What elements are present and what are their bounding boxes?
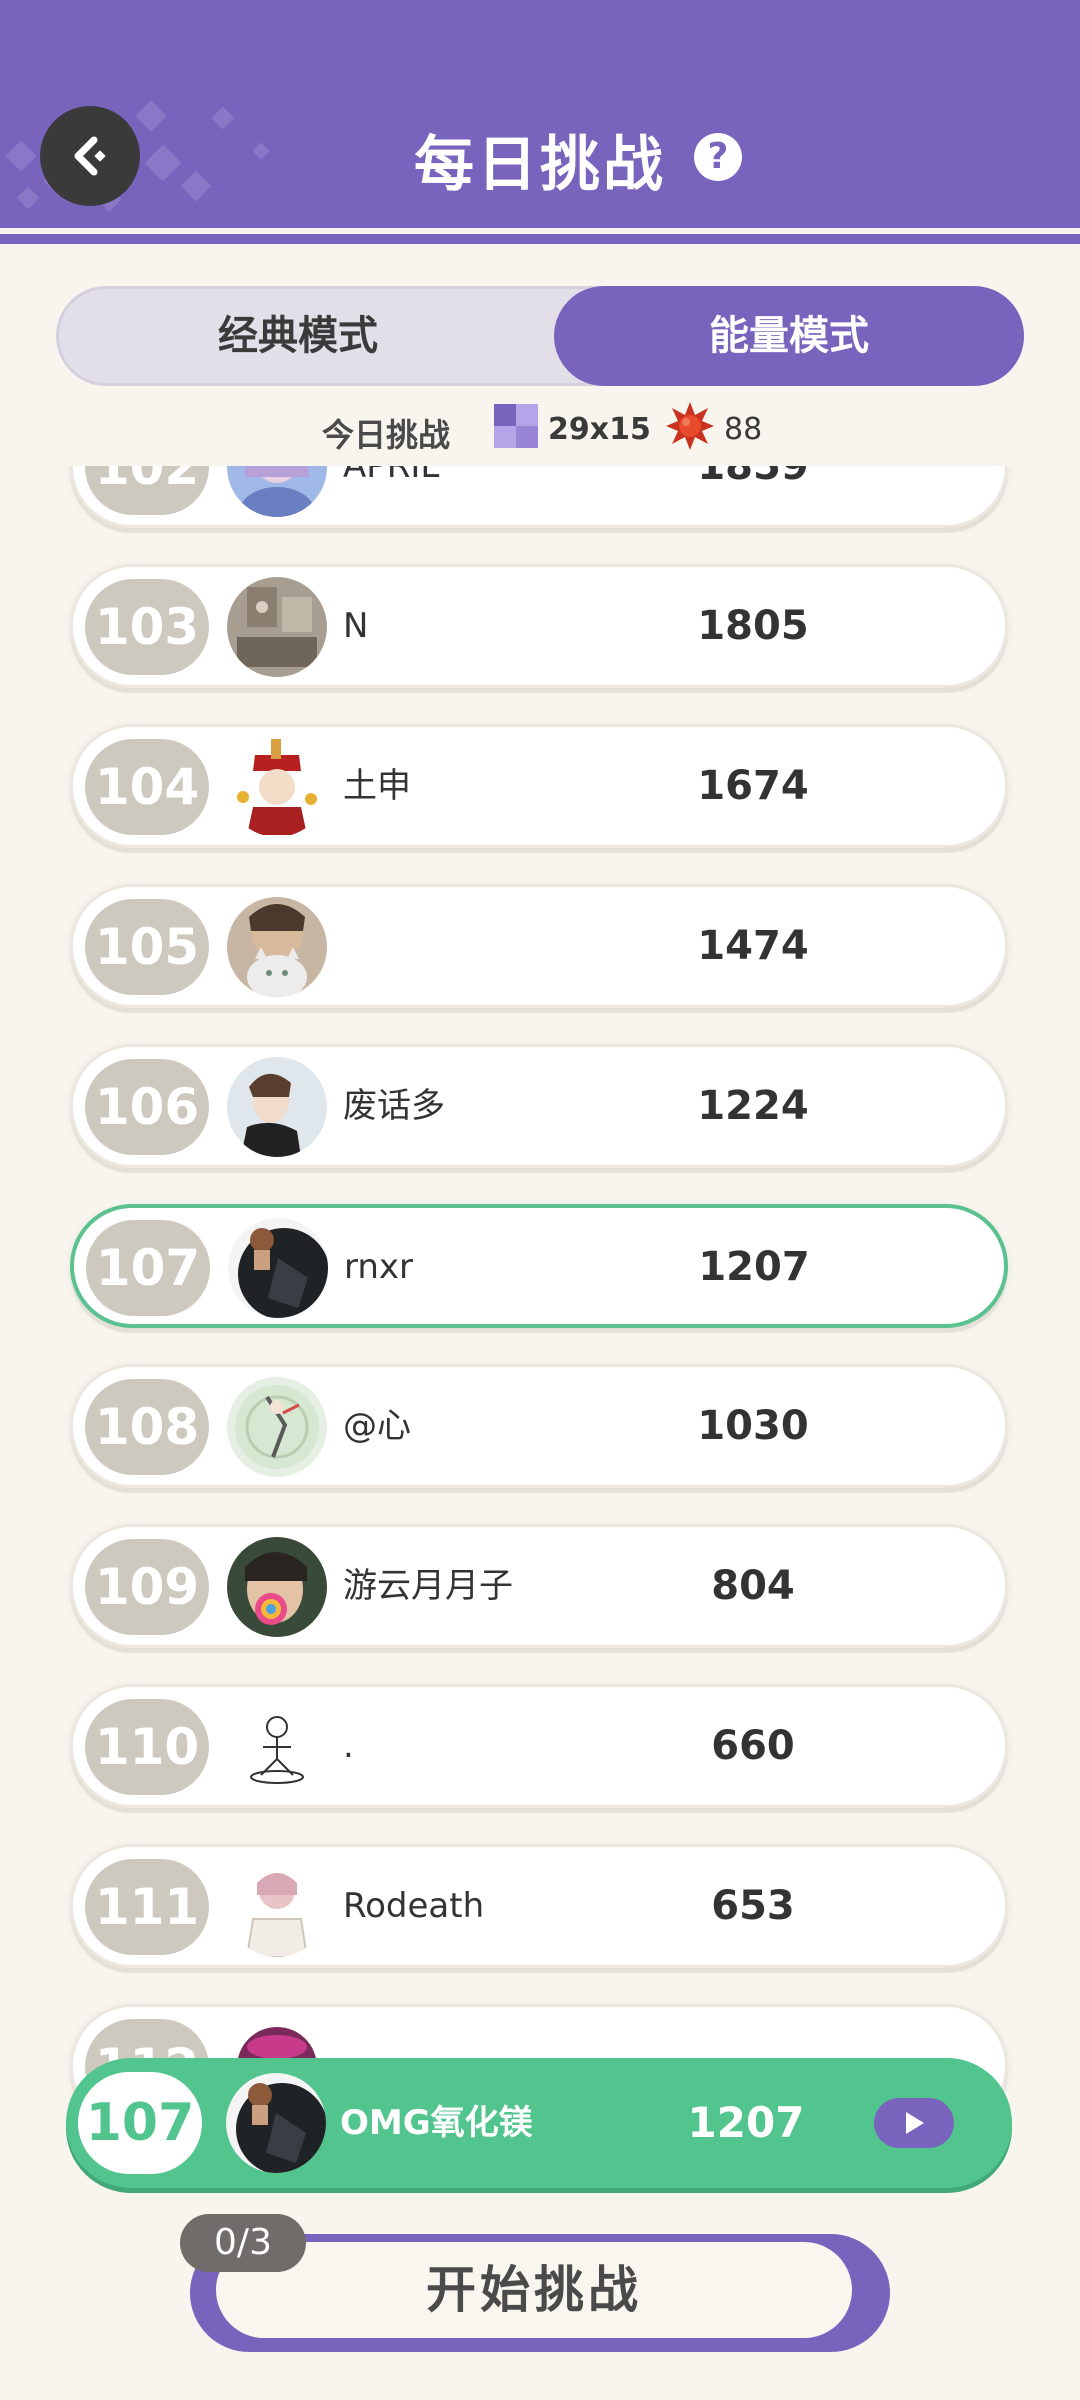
start-challenge-label: 开始挑战 <box>216 2242 852 2338</box>
my-rank-number: 107 <box>78 2072 202 2174</box>
energy-value: 88 <box>724 412 763 447</box>
avatar <box>227 1377 327 1477</box>
my-rank-bar[interactable]: 107 OMG氧化镁 1207 <box>66 2058 1012 2188</box>
leaderboard-row[interactable]: 102 APRIL 1859 <box>70 466 1008 528</box>
avatar <box>227 466 327 517</box>
energy-splat-icon <box>666 402 714 450</box>
leaderboard-row[interactable]: 105 1474 <box>70 884 1008 1008</box>
rank-number: 109 <box>85 1539 209 1635</box>
challenge-info: 今日挑战 <box>0 400 1080 456</box>
player-name: @心 <box>343 1406 411 1446</box>
leaderboard-row[interactable]: 111 Rodeath 653 <box>70 1844 1008 1968</box>
help-icon[interactable]: ? <box>694 133 742 181</box>
avatar <box>227 1057 327 1157</box>
player-name: 土申 <box>343 766 411 806</box>
player-name: 废话多 <box>343 1086 445 1126</box>
page-title: 每日挑战 <box>414 130 666 200</box>
replay-button[interactable] <box>874 2098 954 2148</box>
rank-number: 106 <box>85 1059 209 1155</box>
avatar <box>228 1218 328 1318</box>
player-score: 1207 <box>698 1244 810 1290</box>
rank-number: 102 <box>85 466 209 515</box>
tab-classic-mode[interactable]: 经典模式 <box>56 286 540 386</box>
leaderboard-row[interactable]: 104 土申 1674 <box>70 724 1008 848</box>
leaderboard-row[interactable]: 109 游云月月子 804 <box>70 1524 1008 1648</box>
player-name: APRIL <box>343 466 440 486</box>
rank-number: 104 <box>85 739 209 835</box>
player-score: 660 <box>711 1723 795 1769</box>
leaderboard-list[interactable]: 102 APRIL 1859 103 N 1805 104 土申 1674 10… <box>0 466 1080 2096</box>
player-name: . <box>343 1726 354 1766</box>
player-score: 1030 <box>697 1403 809 1449</box>
my-player-name: OMG氧化镁 <box>340 2103 533 2143</box>
header-bar: 每日挑战 ? <box>0 0 1080 228</box>
challenge-info-label: 今日挑战 <box>322 416 451 454</box>
player-score: 804 <box>711 1563 795 1609</box>
player-score: 1805 <box>697 603 809 649</box>
avatar <box>227 1537 327 1637</box>
my-score: 1207 <box>687 2098 805 2147</box>
player-name: N <box>343 606 369 646</box>
player-score: 653 <box>711 1883 795 1929</box>
player-name: Rodeath <box>343 1886 485 1926</box>
player-score: 1474 <box>697 923 809 969</box>
avatar <box>227 577 327 677</box>
avatar <box>227 737 327 837</box>
grid-size-icon <box>494 404 538 448</box>
rank-number: 110 <box>85 1699 209 1795</box>
grid-size-value: 29x15 <box>548 412 651 447</box>
play-icon <box>906 2112 924 2134</box>
leaderboard-row[interactable]: 103 N 1805 <box>70 564 1008 688</box>
avatar <box>227 897 327 997</box>
tab-energy-mode[interactable]: 能量模式 <box>554 286 1024 386</box>
rank-number: 103 <box>85 579 209 675</box>
leaderboard-row-current-player[interactable]: 107 rnxr 1207 <box>70 1204 1008 1328</box>
avatar <box>227 1697 327 1797</box>
player-name: 游云月月子 <box>343 1566 513 1606</box>
mode-tabs: 经典模式 能量模式 <box>56 286 1024 386</box>
attempts-badge: 0/3 <box>180 2214 306 2272</box>
leaderboard-row[interactable]: 106 废话多 1224 <box>70 1044 1008 1168</box>
player-score: 1859 <box>697 466 809 489</box>
my-avatar <box>226 2073 326 2173</box>
rank-number: 108 <box>85 1379 209 1475</box>
player-score: 1674 <box>697 763 809 809</box>
header-divider <box>0 234 1080 244</box>
leaderboard-row[interactable]: 108 @心 1030 <box>70 1364 1008 1488</box>
rank-number: 111 <box>85 1859 209 1955</box>
rank-number: 105 <box>85 899 209 995</box>
avatar <box>227 1857 327 1957</box>
leaderboard-row[interactable]: 110 . 660 <box>70 1684 1008 1808</box>
player-name: rnxr <box>344 1247 414 1287</box>
player-score: 1224 <box>697 1083 809 1129</box>
rank-number: 107 <box>86 1220 210 1316</box>
